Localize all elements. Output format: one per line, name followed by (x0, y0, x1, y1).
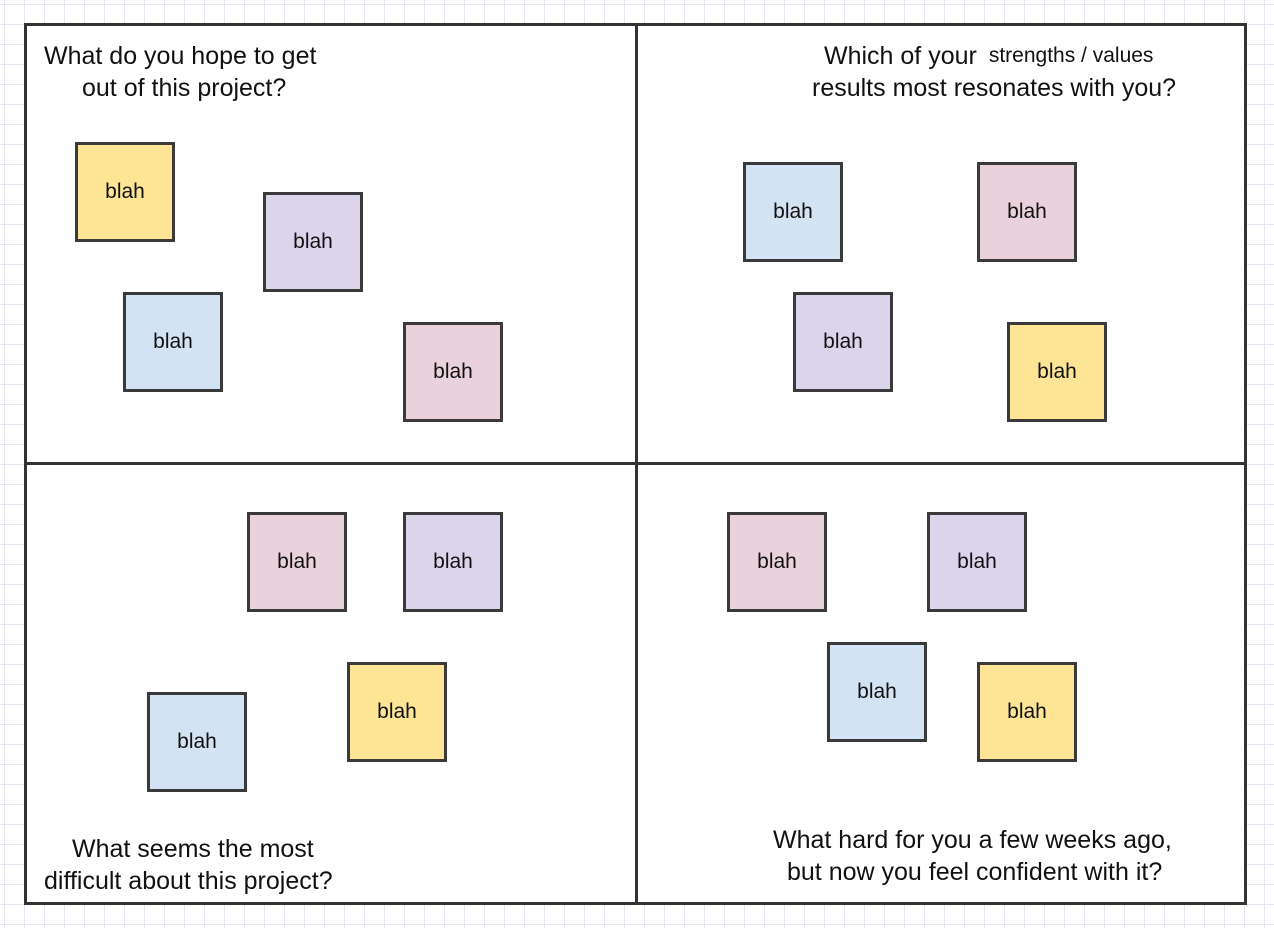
sticky-note[interactable]: blah (123, 292, 223, 392)
prompt-text: Which of your (824, 42, 977, 70)
prompt-line: What hard for you a few weeks ago, (773, 826, 1172, 854)
sticky-note[interactable]: blah (977, 662, 1077, 762)
sticky-note[interactable]: blah (147, 692, 247, 792)
sticky-note[interactable]: blah (827, 642, 927, 742)
sticky-note[interactable]: blah (347, 662, 447, 762)
horizontal-divider (24, 462, 1247, 465)
sticky-note-text: blah (433, 360, 473, 383)
sticky-note[interactable]: blah (727, 512, 827, 612)
sticky-note-text: blah (153, 330, 193, 353)
prompt-line: What seems the most (72, 835, 314, 863)
prompt-insert-text: strengths / values (988, 44, 1154, 67)
sticky-note-text: blah (377, 700, 417, 723)
sticky-note-text: blah (773, 200, 813, 223)
sticky-note[interactable]: blah (927, 512, 1027, 612)
sticky-note[interactable]: blah (403, 322, 503, 422)
sticky-note-text: blah (757, 550, 797, 573)
prompt-line: What do you hope to get (44, 42, 317, 70)
prompt-line: difficult about this project? (44, 867, 333, 895)
sticky-note-text: blah (857, 680, 897, 703)
prompt-top-right: Which of your strengths / values results … (812, 40, 1176, 104)
sticky-note[interactable]: blah (75, 142, 175, 242)
prompt-bottom-right: What hard for you a few weeks ago, but n… (773, 824, 1172, 888)
sticky-note[interactable]: blah (793, 292, 893, 392)
sticky-note-text: blah (177, 730, 217, 753)
sticky-note-text: blah (1037, 360, 1077, 383)
sticky-note-text: blah (293, 230, 333, 253)
prompt-top-left: What do you hope to get out of this proj… (44, 40, 316, 104)
sticky-note-text: blah (957, 550, 997, 573)
prompt-bottom-left: What seems the most difficult about this… (44, 833, 333, 897)
sticky-note[interactable]: blah (403, 512, 503, 612)
sticky-note-text: blah (1007, 700, 1047, 723)
prompt-line: but now you feel confident with it? (787, 858, 1163, 886)
sticky-note[interactable]: blah (977, 162, 1077, 262)
sticky-note-text: blah (1007, 200, 1047, 223)
sticky-note-text: blah (277, 550, 317, 573)
sticky-note[interactable]: blah (1007, 322, 1107, 422)
sticky-note-text: blah (105, 180, 145, 203)
prompt-line: out of this project? (82, 74, 287, 102)
sticky-note[interactable]: blah (743, 162, 843, 262)
sticky-note-text: blah (433, 550, 473, 573)
prompt-line: Which of your strengths / values (812, 40, 1176, 72)
prompt-line: results most resonates with you? (812, 74, 1177, 102)
sticky-note-text: blah (823, 330, 863, 353)
sticky-note[interactable]: blah (247, 512, 347, 612)
sticky-note[interactable]: blah (263, 192, 363, 292)
